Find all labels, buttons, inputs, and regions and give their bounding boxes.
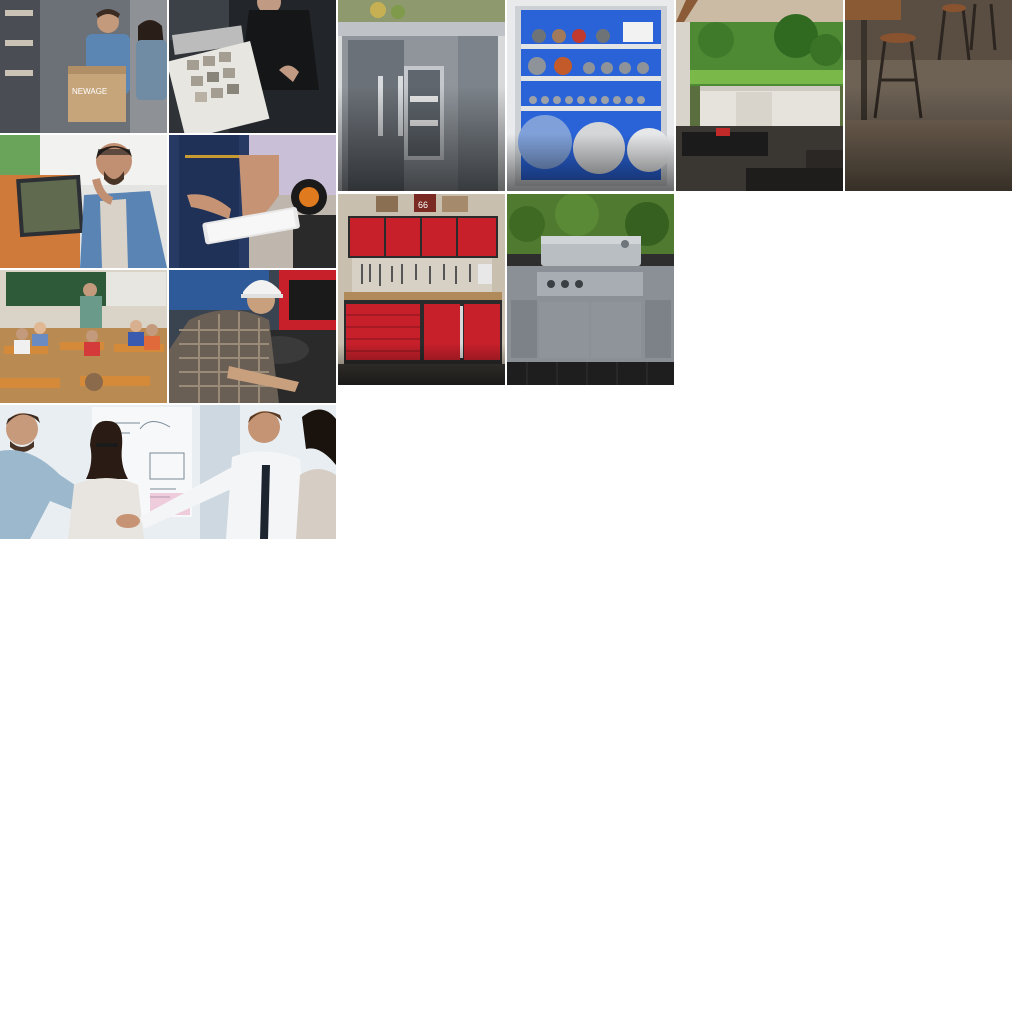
box-brand-text: NEWAGE: [72, 87, 107, 96]
gym-storage-photo: [507, 0, 674, 191]
image-sprite-grid: NEWAGE 66: [0, 0, 1024, 1024]
bar-stools-photo: [845, 0, 1012, 191]
man-on-phone-photo: [0, 135, 167, 268]
installer-hardhat-photo: [169, 270, 336, 403]
outdoor-fridge-photo: [338, 0, 505, 191]
worker-with-tablet-photo: [169, 135, 336, 268]
classroom-photo: [0, 270, 167, 403]
outdoor-patio-photo: [676, 0, 843, 191]
route-sign-text: 66: [418, 200, 428, 210]
garage-cabinets-photo: 66: [338, 194, 505, 385]
outdoor-grill-photo: [507, 194, 674, 385]
business-handshake-photo: [0, 405, 336, 539]
warehouse-couple-photo: NEWAGE: [0, 0, 167, 133]
flooring-samples-photo: [169, 0, 336, 133]
